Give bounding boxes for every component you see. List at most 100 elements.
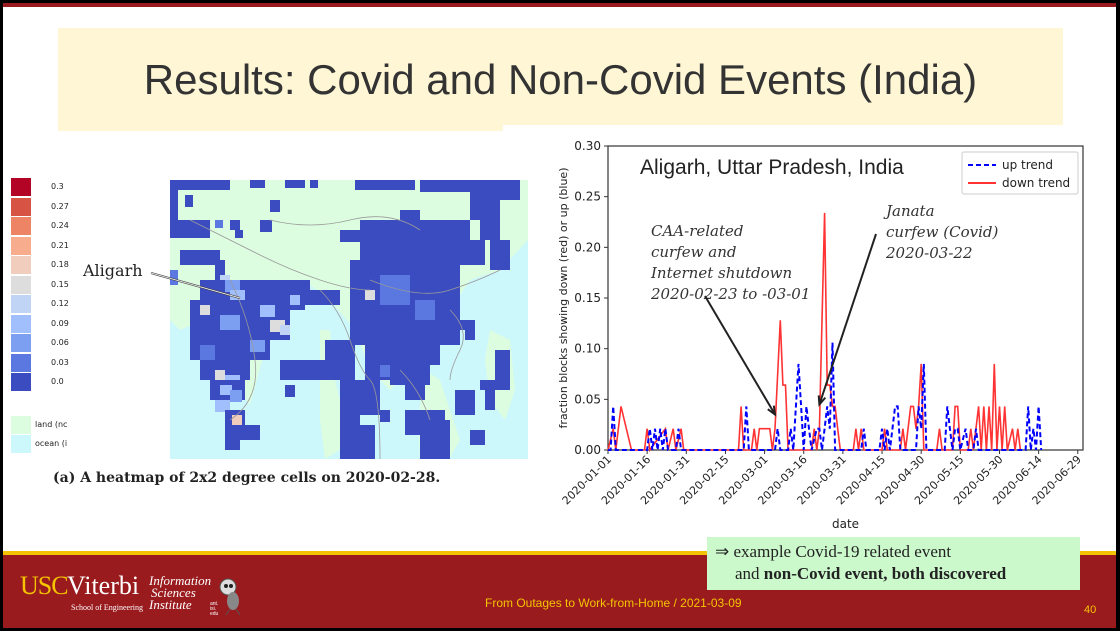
heatmap-cell: [170, 190, 178, 220]
colorbar-swatch: [11, 256, 31, 274]
colorbar-label: 0.24: [51, 221, 69, 230]
y-tick-label: 0.10: [574, 342, 601, 356]
heatmap-cell: [360, 425, 375, 459]
heatmap-cell: [260, 305, 275, 317]
annotation-text: 2020-02-23 to -03-01: [650, 285, 810, 303]
heatmap-cell: [285, 180, 305, 188]
colorbar-swatch: [11, 275, 31, 294]
heatmap-cell: [455, 320, 475, 330]
slide-title: Results: Covid and Non-Covid Events (Ind…: [143, 55, 978, 103]
colorbar-swatch: [11, 178, 31, 196]
heatmap-cell: [440, 420, 450, 435]
implies-arrow-icon: ⇒: [715, 542, 730, 561]
heatmap-cell: [340, 230, 360, 242]
note-line2-bold: non-Covid event, both discovered: [763, 564, 1007, 583]
colorbar-swatch: [11, 295, 31, 313]
colorbar-label: 0.3: [51, 182, 64, 191]
annotation-text: curfew (Covid): [886, 223, 999, 241]
legend-label: down trend: [1002, 176, 1070, 190]
colorbar-swatch: [11, 373, 31, 391]
heatmap-cell: [325, 340, 355, 380]
map-legend-swatch: [11, 416, 31, 434]
title-box: Results: Covid and Non-Covid Events (Ind…: [58, 28, 1063, 131]
heatmap-cell: [240, 425, 260, 440]
heatmap-cell: [490, 240, 510, 270]
heatmap-cell: [270, 200, 280, 212]
annotation-text: CAA-related: [651, 222, 744, 240]
heatmap-cell: [425, 225, 445, 245]
heatmap-cell: [470, 430, 485, 445]
svg-text:edu: edu: [210, 611, 219, 617]
annotation-text: Internet shutdown: [650, 264, 792, 282]
y-tick-label: 0.15: [574, 291, 601, 305]
heatmap-cell: [170, 220, 210, 238]
heatmap-cell: [340, 410, 360, 459]
annotation-text: 2020-03-22: [885, 244, 972, 262]
map-legend-swatch: [11, 435, 31, 453]
slide: Results: Covid and Non-Covid Events (Ind…: [3, 3, 1116, 628]
isi-line3: Institute: [149, 597, 192, 612]
heatmap-cell: [170, 180, 230, 190]
isi-logo: Information Sciences Institute: [149, 574, 211, 612]
heatmap-cell: [480, 220, 500, 240]
heatmap-cell: [355, 180, 415, 190]
page-number: 40: [1084, 604, 1097, 616]
colorbar-label: 0.12: [51, 299, 69, 308]
heatmap-cell: [300, 290, 340, 305]
school-of-engineering-label: School of Engineering: [71, 603, 143, 612]
y-tick-label: 0.20: [574, 240, 601, 254]
colorbar-swatch: [11, 236, 31, 255]
colorbar-swatch: [11, 217, 31, 235]
heatmap-cell: [415, 300, 435, 320]
colorbar-label: 0.09: [51, 318, 69, 328]
colorbar-label: 0.15: [51, 279, 69, 289]
note-box: ⇒ example Covid-19 related event and non…: [707, 537, 1080, 590]
colorbar-swatch: [11, 334, 31, 352]
heatmap-map: [170, 180, 528, 459]
viterbi-logo: Viterbi: [67, 571, 140, 600]
heatmap-cell: [485, 390, 495, 410]
heatmap-cell: [470, 190, 500, 220]
colorbar-label: 0.21: [51, 240, 69, 250]
y-tick-label: 0.00: [574, 443, 601, 457]
heatmap-cell: [235, 230, 243, 238]
colorbar-label: 0.18: [51, 260, 69, 269]
aligarh-pointer: [150, 272, 241, 299]
colorbar-swatch: [11, 197, 31, 216]
heatmap-cell: [220, 315, 240, 330]
chart-title: Aligarh, Uttar Pradesh, India: [640, 156, 904, 179]
annotation-text: Janata: [883, 202, 935, 220]
heatmap-cell: [230, 220, 240, 230]
heatmap-caption: (a) A heatmap of 2x2 degree cells on 202…: [53, 470, 441, 486]
heatmap-cell: [260, 220, 272, 232]
heatmap-cell: [185, 195, 193, 207]
heatmap-cell: [230, 390, 242, 402]
heatmap-cell: [380, 275, 410, 305]
heatmap-cell: [405, 410, 445, 435]
heatmap-cell: [365, 290, 375, 300]
legend-label: up trend: [1002, 158, 1053, 172]
heatmap-cell: [200, 345, 215, 360]
title-notch: [503, 125, 1063, 133]
colorbar-label: 0.06: [51, 338, 69, 347]
heatmap-cell: [420, 435, 450, 459]
note-line2: and non-Covid event, both discovered: [715, 563, 1080, 585]
heatmap-cell: [180, 250, 220, 265]
heatmap-cell: [250, 180, 265, 188]
heatmap-cell: [465, 330, 475, 340]
heatmap-cell: [232, 415, 242, 425]
aligarh-label: Aligarh: [83, 261, 143, 280]
footer-text: From Outages to Work-from-Home / 2021-03…: [485, 596, 742, 610]
heatmap-cell: [285, 385, 295, 397]
colorbar-swatch: [11, 314, 31, 333]
heatmap-cell: [400, 210, 420, 222]
y-tick-label: 0.25: [574, 190, 601, 204]
heatmap-cell: [455, 390, 475, 415]
annotation-text: curfew and: [651, 243, 736, 261]
chart-legend: up trend down trend: [961, 151, 1079, 195]
note-line1: ⇒ example Covid-19 related event: [715, 541, 1080, 563]
colorbar-label: 0.27: [51, 201, 69, 211]
top-bar: [3, 3, 1116, 7]
map-legend-label: ocean (i: [35, 439, 68, 448]
heatmap-cell: [405, 380, 425, 400]
